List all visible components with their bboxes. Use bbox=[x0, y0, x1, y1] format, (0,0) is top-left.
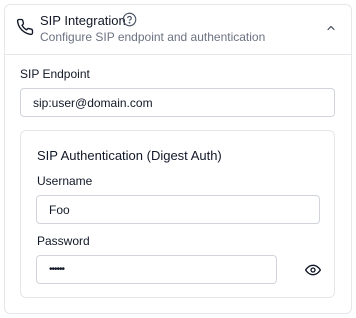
eye-icon[interactable] bbox=[305, 262, 321, 278]
sip-integration-header[interactable]: SIP Integration Configure SIP endpoint a… bbox=[5, 5, 351, 55]
section-subtitle: Configure SIP endpoint and authenticatio… bbox=[40, 30, 266, 44]
username-label: Username bbox=[37, 174, 93, 188]
phone-icon bbox=[16, 18, 34, 36]
help-icon[interactable] bbox=[122, 12, 137, 27]
section-title: SIP Integration bbox=[40, 13, 126, 28]
username-input[interactable] bbox=[36, 195, 320, 224]
sip-authentication-box: SIP Authentication (Digest Auth) Usernam… bbox=[20, 130, 335, 298]
sip-endpoint-label: SIP Endpoint bbox=[20, 67, 90, 81]
sip-integration-panel: SIP Integration Configure SIP endpoint a… bbox=[4, 4, 352, 314]
password-input[interactable] bbox=[36, 255, 277, 284]
auth-title: SIP Authentication (Digest Auth) bbox=[37, 148, 222, 163]
sip-endpoint-input[interactable] bbox=[20, 88, 335, 117]
chevron-up-icon[interactable] bbox=[325, 22, 337, 34]
password-label: Password bbox=[37, 234, 90, 248]
